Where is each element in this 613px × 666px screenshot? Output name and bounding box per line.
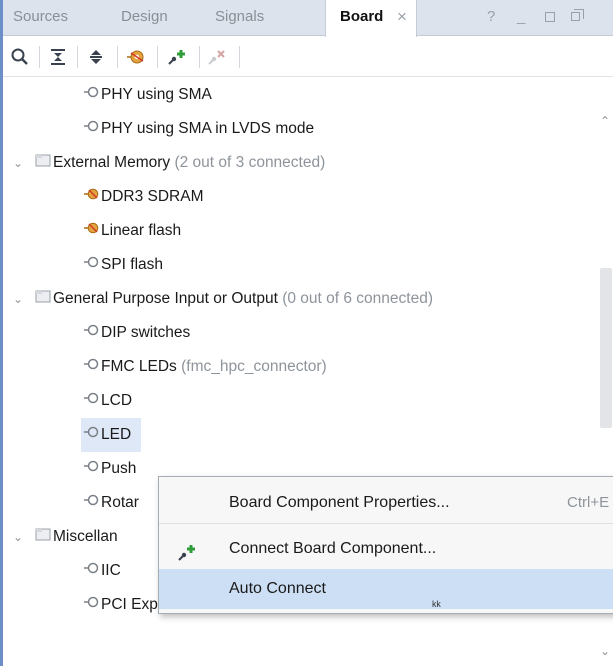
folder-icon [35,520,51,554]
restore-icon[interactable] [571,9,584,21]
tree-item-lcd[interactable]: LCD [83,384,132,418]
toolbar-divider [39,46,40,68]
interface-disconnected-icon [83,452,99,486]
tree-group-miscellaneous[interactable]: ⌄ Miscellan [3,520,163,554]
toolbar-divider [157,46,158,68]
tree-item-ddr3-sdram[interactable]: DDR3 SDRAM [83,180,203,214]
toolbar-divider [239,46,240,68]
tree-item-phy-sma[interactable]: PHY using SMA [83,78,212,112]
menu-item-board-component-properties[interactable]: Board Component Properties... Ctrl+E [159,483,613,523]
interface-disconnected-icon [83,350,99,384]
interface-disconnected-icon [83,78,99,112]
tree-group-external-memory[interactable]: ⌄ External Memory (2 out of 3 connected) [3,146,597,180]
disconnect-icon[interactable] [203,37,233,77]
tree-item-phy-sma-lvds[interactable]: PHY using SMA in LVDS mode [83,112,314,146]
scroll-down-icon[interactable]: ⌄ [600,644,610,658]
interface-disconnected-icon [83,112,99,146]
menu-item-auto-connect[interactable]: Auto Connect [159,569,613,609]
tree-item-fmc-leds[interactable]: FMC LEDs (fmc_hpc_connector) [83,350,327,384]
connect-icon[interactable] [163,37,193,77]
search-icon[interactable] [5,37,35,77]
help-icon[interactable]: ? [487,0,495,36]
tree-group-gpio[interactable]: ⌄ General Purpose Input or Output (0 out… [3,282,597,316]
chevron-down-icon[interactable]: ⌄ [13,520,27,554]
minimize-icon[interactable]: _ [517,0,525,36]
folder-icon [35,282,51,316]
interface-connected-icon [83,180,99,214]
tree-item-iic[interactable]: IIC [83,554,121,588]
tab-close-icon[interactable]: × [397,0,407,36]
tree-item-linear-flash[interactable]: Linear flash [83,214,181,248]
interface-disconnected-icon [83,418,99,452]
scroll-up-icon[interactable]: ⌃ [600,114,610,128]
toolbar [3,37,613,77]
chevron-down-icon[interactable]: ⌄ [13,282,27,316]
menu-divider [159,523,613,524]
interface-disconnected-icon [83,384,99,418]
tree-item-spi-flash[interactable]: SPI flash [83,248,163,282]
toolbar-divider [199,46,200,68]
tree-item-dip-switches[interactable]: DIP switches [83,316,190,350]
menu-item-connect-board-component[interactable]: Connect Board Component... [159,529,613,569]
tab-signals[interactable]: Signals [209,0,270,36]
tab-sources[interactable]: Sources [7,0,74,36]
interface-disconnected-icon [83,588,99,622]
tree-item-rotar[interactable]: Rotar [83,486,139,520]
interface-disconnected-icon [83,248,99,282]
tab-design[interactable]: Design [115,0,174,36]
collapse-all-icon[interactable] [43,37,73,77]
interface-disconnected-icon [83,554,99,588]
scroll-thumb[interactable] [600,268,612,428]
context-menu: Board Component Properties... Ctrl+E Con… [158,476,613,614]
interface-disconnected-icon [83,486,99,520]
tree-item-led[interactable]: LED [81,418,141,452]
interface-connected-icon [83,214,99,248]
folder-icon [35,146,51,180]
mouse-cursor-icon: ᵏᵏ [432,598,441,613]
toolbar-divider [77,46,78,68]
board-part-icon[interactable] [121,37,151,77]
tab-bar: Sources Design Signals Board × ? _ [3,0,613,37]
toolbar-divider [117,46,118,68]
tree-item-push[interactable]: Push [83,452,136,486]
maximize-icon[interactable] [545,12,555,22]
interface-disconnected-icon [83,316,99,350]
chevron-down-icon[interactable]: ⌄ [13,146,27,180]
expand-all-icon[interactable] [81,37,111,77]
